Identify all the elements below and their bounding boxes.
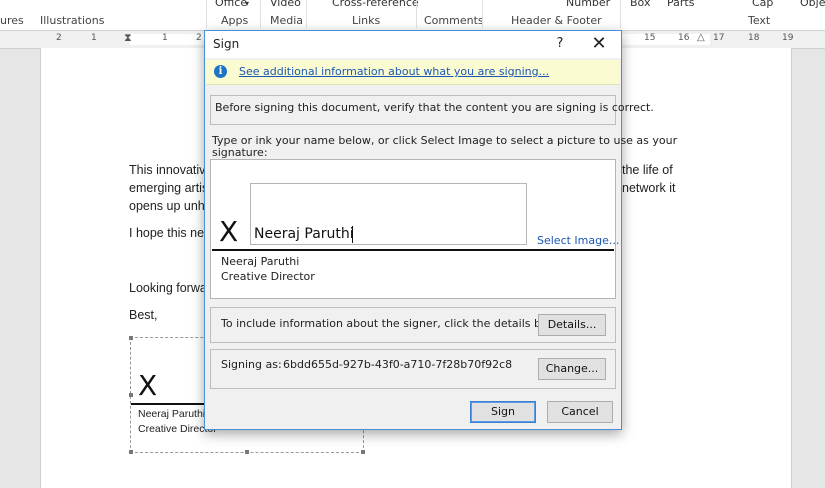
dialog-titlebar[interactable]: Sign ? ✕	[205, 31, 621, 58]
signature-x-mark: X	[219, 215, 239, 248]
ribbon-divider	[620, 0, 621, 28]
info-bar: i See additional information about what …	[206, 60, 620, 85]
change-button[interactable]: Change...	[538, 358, 606, 380]
signer-title: Creative Director	[221, 270, 315, 283]
resize-handle[interactable]	[129, 393, 133, 397]
group-links-label: Links	[352, 14, 381, 27]
group-illustrations-label: Illustrations	[40, 14, 105, 27]
instruction-text: Type or ink your name below, or click Se…	[212, 134, 678, 147]
ribbon-divider	[416, 0, 417, 28]
ruler-number: 19	[782, 33, 794, 43]
doc-text-line: the life of	[622, 163, 673, 177]
group-apps-label: Apps	[221, 14, 249, 27]
verify-panel: Before signing this document, verify tha…	[210, 95, 654, 125]
close-button[interactable]: ✕	[587, 34, 611, 54]
group-pictures-label: ures	[0, 14, 24, 27]
ruler-number: 1	[162, 33, 168, 43]
ruler-number: 16	[678, 33, 690, 43]
signature-name: Neeraj Paruthi	[138, 408, 206, 420]
ribbon-divider	[306, 0, 307, 28]
drop-cap-button[interactable]: Cap	[752, 0, 773, 9]
ruler-number: 15	[644, 33, 656, 43]
ruler-number: 2	[56, 33, 62, 43]
doc-text-line: Best,	[129, 308, 158, 322]
ruler-number: 18	[748, 33, 760, 43]
details-panel: To include information about the signer,…	[210, 307, 616, 343]
signature-input[interactable]: Neeraj Paruthi	[250, 183, 527, 245]
sign-dialog: Sign ? ✕ i See additional information ab…	[204, 30, 677, 430]
object-button[interactable]: Obje	[800, 0, 825, 9]
text-caret	[352, 226, 353, 243]
signing-as-label: Signing as:	[221, 358, 282, 371]
ribbon: Office ▾ Video Cross-reference Number Bo…	[0, 0, 825, 31]
ribbon-divider	[482, 0, 483, 28]
ribbon-divider	[206, 0, 207, 28]
signature-area: X Neeraj Paruthi Select Image... Neeraj …	[210, 159, 619, 299]
cross-reference-button[interactable]: Cross-reference	[332, 0, 419, 9]
resize-handle[interactable]	[361, 450, 365, 454]
doc-text-line: This innovativ	[129, 163, 206, 177]
text-box-button[interactable]: Box	[630, 0, 650, 9]
signature-line	[212, 249, 614, 251]
help-button[interactable]: ?	[550, 34, 570, 54]
doc-text-line: I hope this ne	[129, 226, 205, 240]
group-header-footer-label: Header & Footer	[511, 14, 602, 27]
quick-parts-button[interactable]: Parts	[667, 0, 694, 9]
indent-marker-icon[interactable]: ⧗	[124, 31, 132, 45]
doc-text-line: network it	[622, 181, 676, 195]
ribbon-divider	[260, 0, 261, 28]
doc-text-line: emerging artis	[129, 181, 209, 195]
cancel-button[interactable]: Cancel	[547, 401, 613, 423]
signing-as-panel: Signing as: 6bdd655d-927b-43f0-a710-7f28…	[210, 349, 616, 389]
details-button[interactable]: Details...	[538, 314, 606, 336]
signer-name: Neeraj Paruthi	[221, 255, 300, 268]
verify-text: Before signing this document, verify tha…	[215, 101, 654, 114]
doc-text-line: Looking forwa	[129, 281, 207, 295]
ruler-number: 2	[196, 33, 202, 43]
right-indent-marker-icon[interactable]: △	[697, 32, 705, 43]
dialog-title: Sign	[213, 37, 240, 51]
sign-button[interactable]: Sign	[470, 401, 536, 423]
additional-info-link[interactable]: See additional information about what yo…	[239, 65, 549, 78]
select-image-link[interactable]: Select Image...	[537, 234, 619, 247]
signature-x-mark: X	[138, 369, 158, 402]
info-icon: i	[214, 65, 227, 78]
instruction-text: signature:	[212, 146, 268, 159]
resize-handle[interactable]	[245, 450, 249, 454]
signing-as-value: 6bdd655d-927b-43f0-a710-7f28b70f92c8	[283, 358, 513, 371]
page-number-button[interactable]: Number	[566, 0, 610, 9]
group-comments-label: Comments	[424, 14, 484, 27]
chevron-down-icon[interactable]: ▾	[245, 0, 249, 8]
group-text-label: Text	[748, 14, 771, 27]
resize-handle[interactable]	[129, 450, 133, 454]
online-video-button[interactable]: Video	[270, 0, 301, 9]
ruler-number: 1	[91, 33, 97, 43]
group-media-label: Media	[270, 14, 304, 27]
doc-text-line: opens up unh	[129, 199, 205, 213]
office-addins-button[interactable]: Office	[215, 0, 247, 9]
signature-input-value: Neeraj Paruthi	[254, 226, 354, 242]
ruler-number: 17	[713, 33, 725, 43]
resize-handle[interactable]	[129, 336, 133, 340]
signature-line	[131, 403, 207, 405]
details-text: To include information about the signer,…	[221, 317, 574, 330]
